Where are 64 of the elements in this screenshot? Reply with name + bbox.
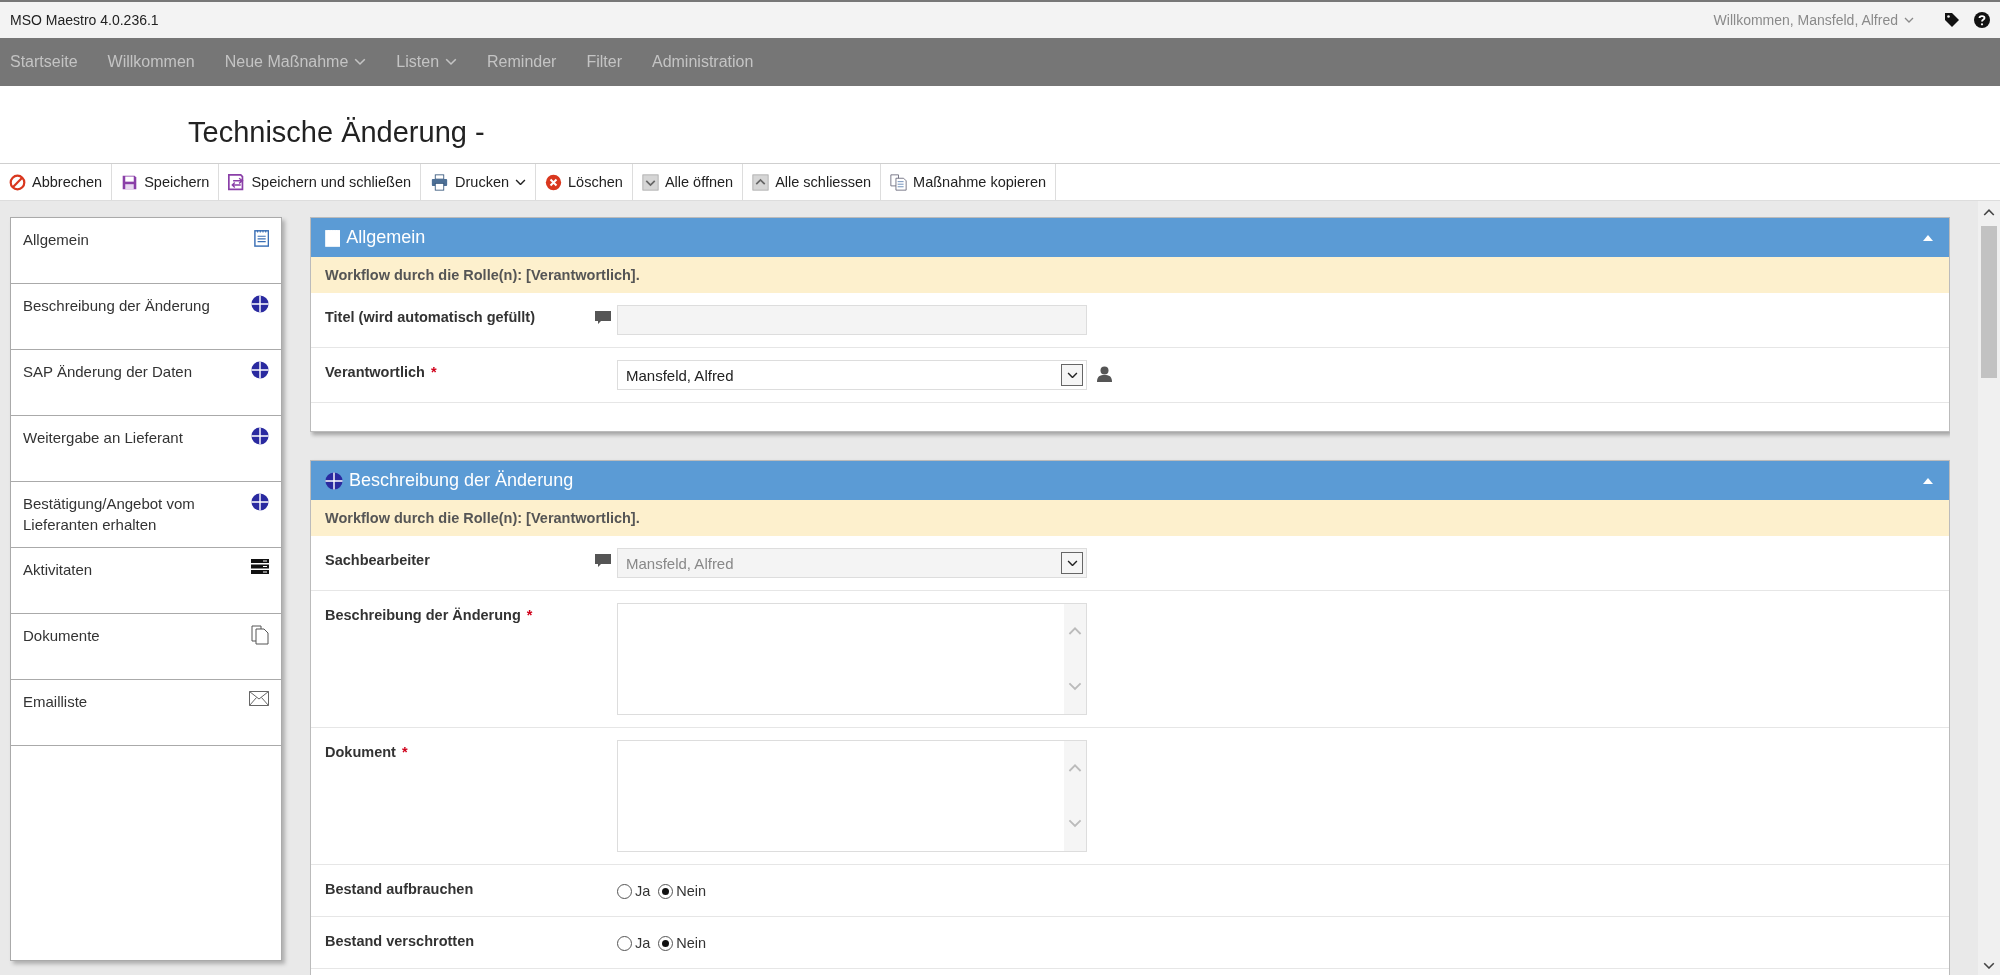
chevron-down-icon (1066, 371, 1078, 379)
globe-icon (251, 427, 269, 445)
tag-icon[interactable] (1944, 12, 1960, 28)
sidebar-item[interactable]: Emailliste (11, 680, 281, 746)
chevron-down-icon (1904, 17, 1914, 23)
help-icon[interactable] (1974, 12, 1990, 28)
chevron-up-icon (1068, 627, 1082, 636)
radio-option[interactable]: Ja (617, 935, 651, 951)
radio-option[interactable]: Nein (658, 935, 707, 951)
radio-button[interactable] (658, 935, 674, 951)
chevron-down-icon (1068, 819, 1082, 828)
workflow-note: Workflow durch die Rolle(n): [Verantwortlich]. (311, 257, 1949, 293)
envelope-icon (249, 691, 269, 706)
list-icon (251, 559, 269, 574)
floppy-disk-arrows-icon (228, 173, 246, 191)
globe-icon (251, 493, 269, 511)
chevron-down-icon (1066, 559, 1078, 567)
field-label: Bestand aufbrauchen (325, 880, 475, 897)
sidebar-item[interactable]: Dokumente (11, 614, 281, 680)
collapse-icon (752, 173, 770, 191)
text-area-field[interactable] (617, 740, 1087, 852)
radio-button[interactable] (617, 883, 632, 899)
radio-button[interactable] (658, 883, 674, 899)
sidebar-item[interactable]: Weitergabe an Lieferant (11, 416, 281, 482)
delete-icon (545, 173, 563, 191)
document-icon (251, 625, 269, 645)
person-icon[interactable] (1097, 366, 1112, 382)
sidebar-item[interactable]: Beschreibung der Änderung (11, 284, 281, 350)
chevron-up-icon[interactable] (1983, 209, 1995, 217)
field-label: Dokument * (325, 743, 409, 760)
field-label: Sachbearbeiter (325, 551, 431, 568)
globe-icon (251, 295, 269, 313)
scrollbar-thumb[interactable] (1981, 226, 1997, 379)
collapse-icon[interactable] (1923, 234, 1933, 241)
scrollbar[interactable] (1978, 201, 2000, 975)
sidebar-item[interactable]: Bestätigung/Angebot vom Lieferanten erhalten (11, 482, 281, 548)
app-title: MSO Maestro 4.0.236.1 (10, 12, 159, 28)
radio-option[interactable]: Ja (617, 883, 651, 899)
radio-button[interactable] (617, 935, 632, 951)
text-area-field[interactable] (617, 603, 1087, 715)
chevron-up-icon (1068, 764, 1082, 773)
globe-icon (251, 361, 269, 379)
workflow-note: Workflow durch die Rolle(n): [Verantwortlich]. (311, 500, 1949, 536)
sidebar-item[interactable]: Aktivitaten (11, 548, 281, 614)
radio-option[interactable]: Nein (658, 883, 707, 899)
sidebar-item[interactable]: Allgemein (11, 218, 281, 284)
sidebar-item[interactable]: SAP Änderung der Daten (11, 350, 281, 416)
field-label: Bestand verschrotten (325, 932, 476, 949)
field-label: Verantwortlich * (325, 363, 438, 380)
collapse-icon[interactable] (1923, 477, 1933, 484)
field-label: Beschreibung der Änderung * (325, 606, 534, 623)
globe-icon (325, 471, 343, 490)
field-label: Titel (wird automatisch gefüllt) (325, 308, 536, 325)
dropdown-button[interactable] (1061, 364, 1083, 386)
section-title: Beschreibung der Änderung (349, 470, 574, 491)
page-title: Technische Änderung - (187, 115, 486, 150)
section-title: Allgemein (346, 227, 426, 248)
chevron-down-icon[interactable] (1983, 961, 1995, 969)
copy-icon (890, 173, 908, 191)
select-field[interactable]: Mansfeld, Alfred (617, 360, 1087, 390)
prohibited-icon (9, 173, 26, 191)
printer-icon (430, 173, 450, 191)
chevron-down-icon (1068, 682, 1082, 691)
expand-icon (641, 173, 659, 191)
